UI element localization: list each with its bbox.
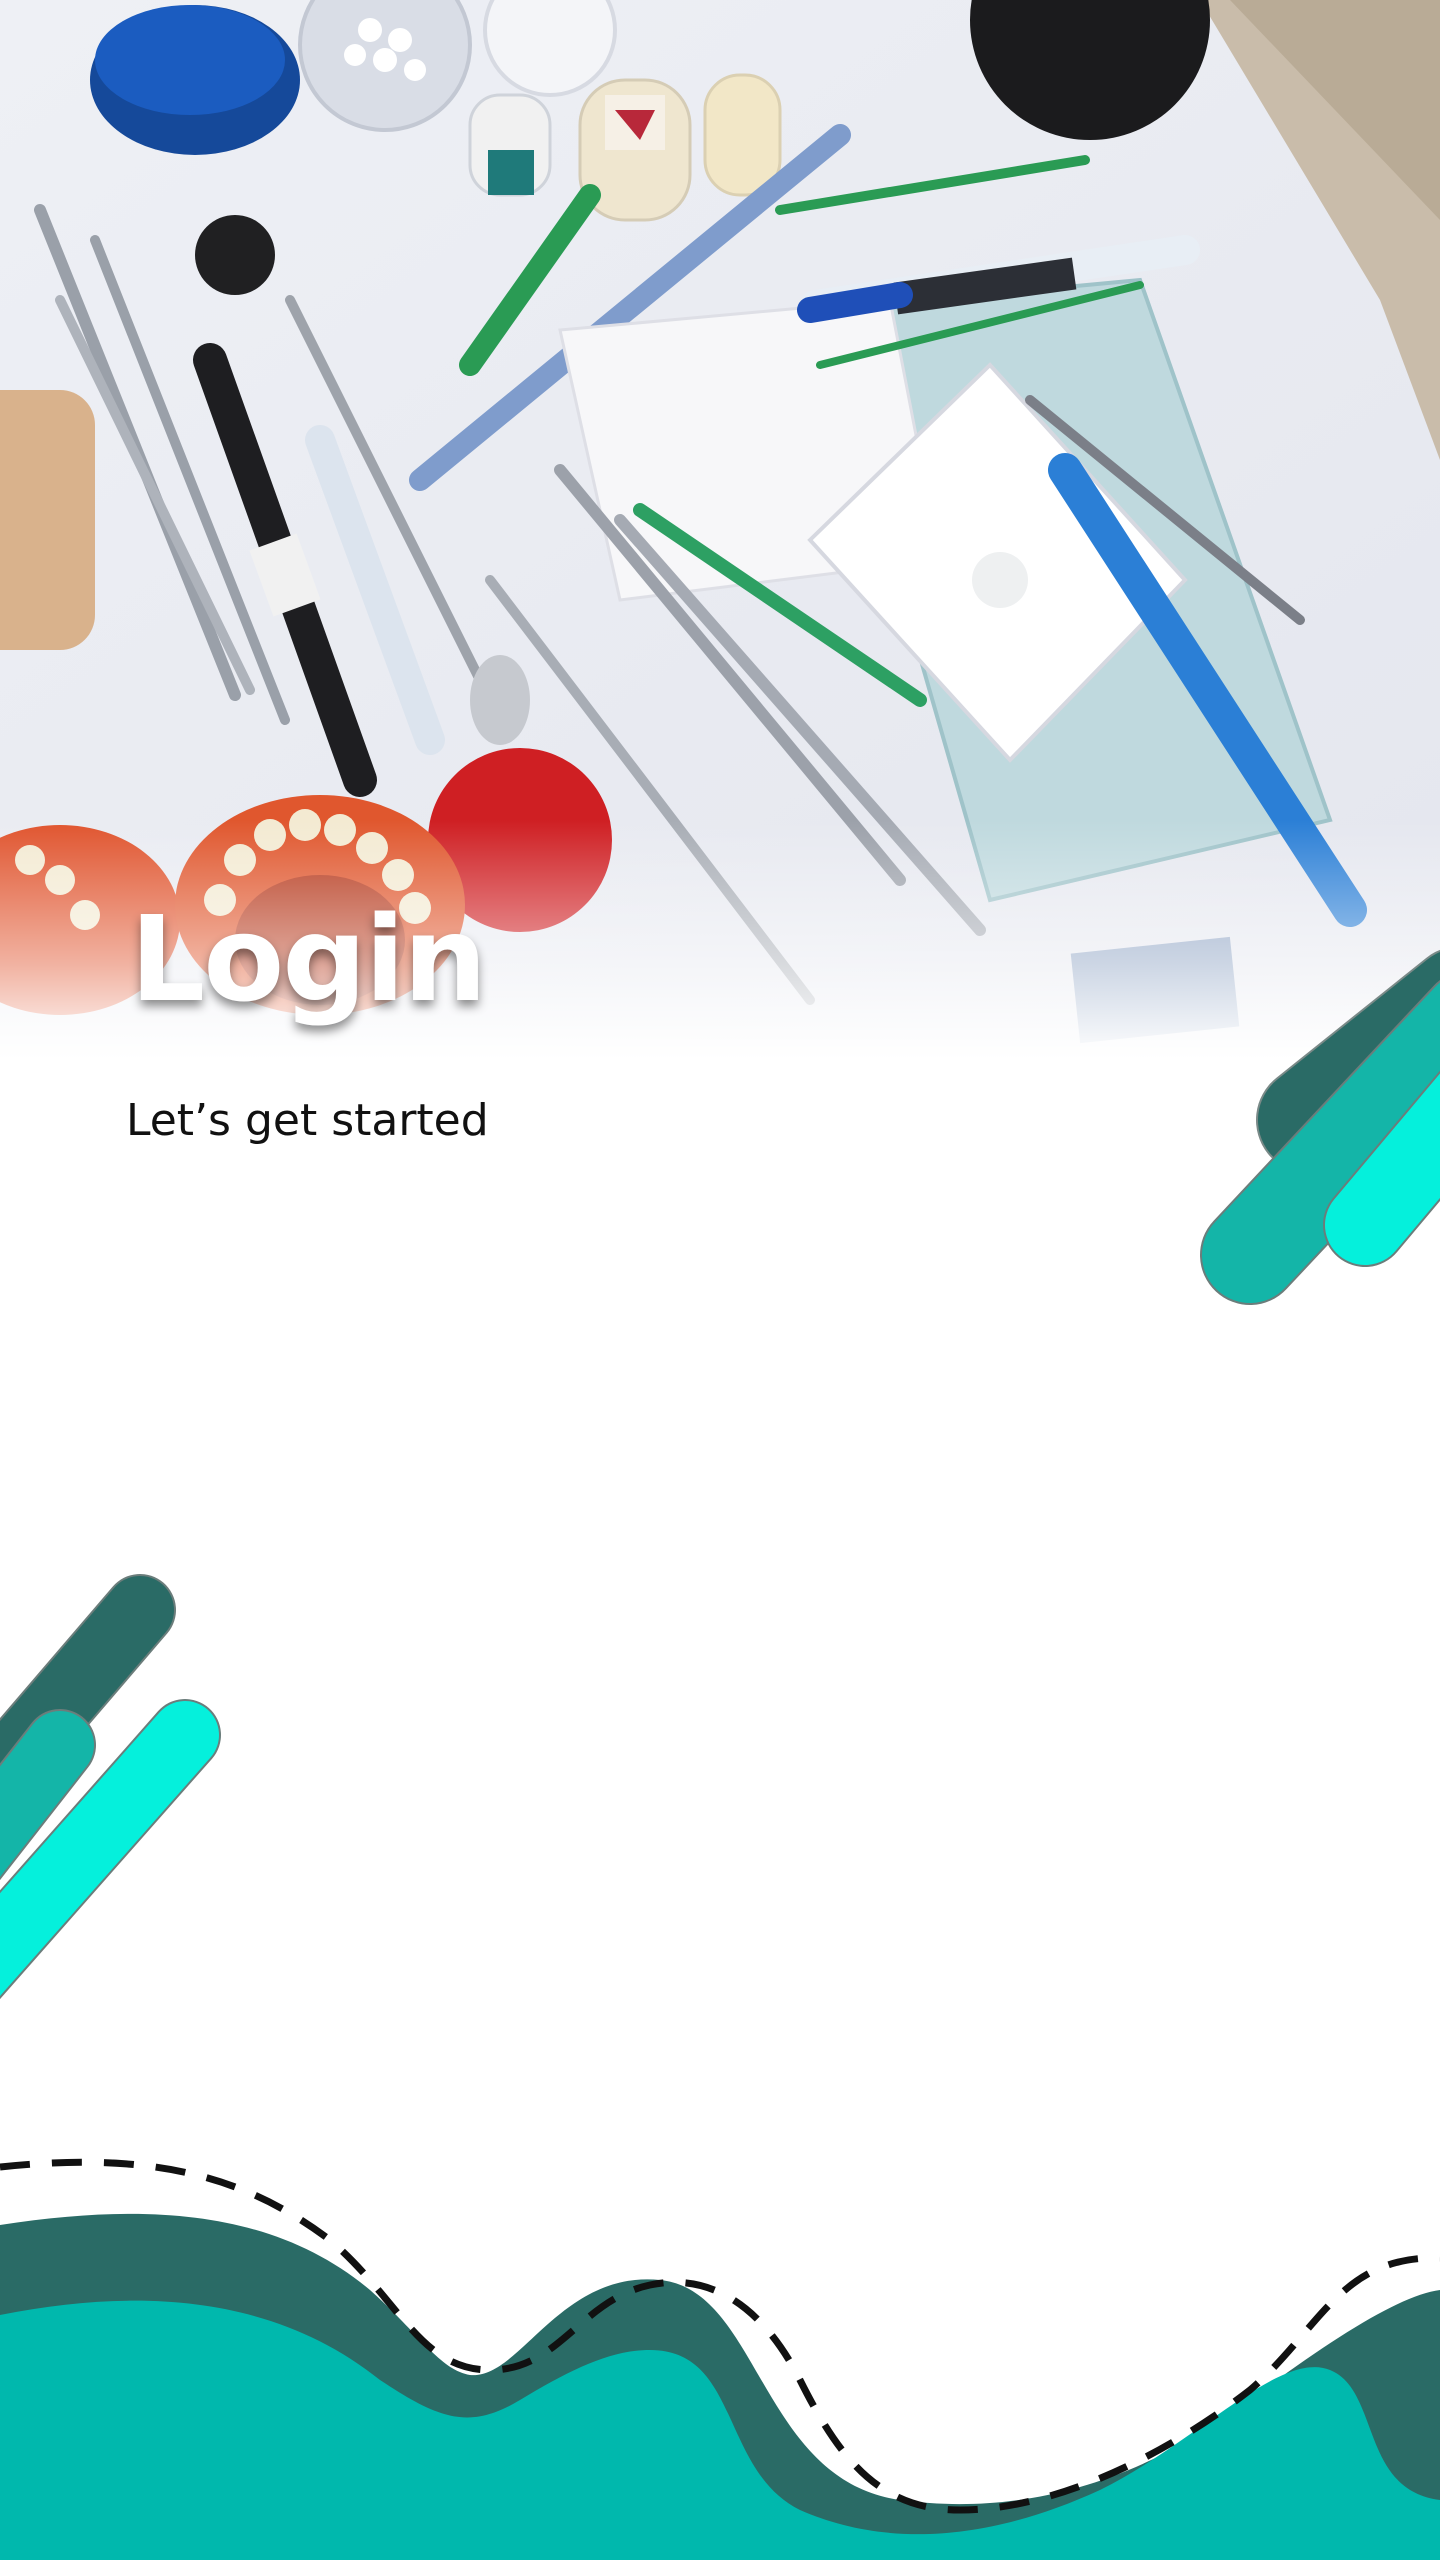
decorative-shapes (0, 950, 1440, 2560)
top-right-pill-decoration (1200, 950, 1440, 1305)
bottom-wave-decoration (0, 2158, 1440, 2560)
left-pill-decoration (0, 1574, 221, 2000)
